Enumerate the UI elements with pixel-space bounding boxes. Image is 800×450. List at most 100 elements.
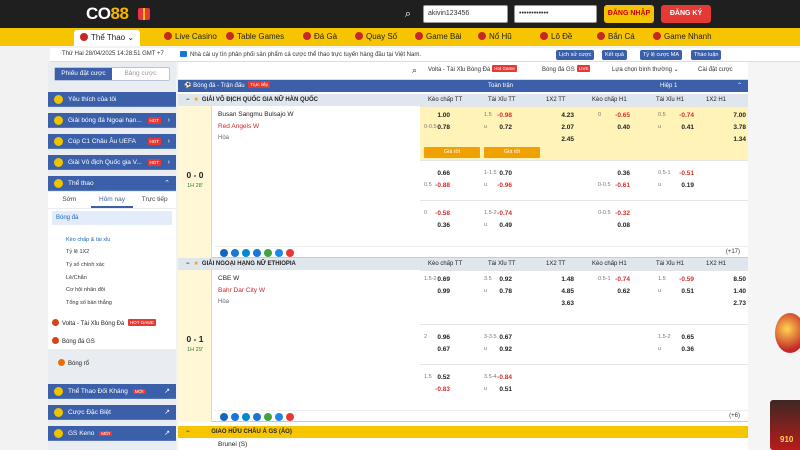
nav-item-4[interactable]: Quay Số [355, 28, 397, 46]
odds-value[interactable]: 0.51 [490, 386, 512, 393]
more-markets-button[interactable]: (+17) [726, 249, 740, 255]
results-button[interactable]: Kết quả [602, 50, 627, 60]
list-icon[interactable] [275, 413, 283, 421]
odds-value[interactable]: 0.78 [490, 288, 512, 295]
collapse-icon[interactable]: − [186, 97, 190, 103]
sport-basketball[interactable]: Bóng rổ [58, 359, 89, 367]
odds-value[interactable]: 0.65 [672, 334, 694, 341]
team-home[interactable]: CBE W [218, 275, 239, 282]
username-field[interactable]: akivin123456 [423, 5, 508, 23]
search-icon[interactable]: ⌕ [412, 65, 417, 76]
market-correct-score[interactable]: Tỷ số chính xác [66, 262, 105, 268]
chart-icon[interactable] [231, 249, 239, 257]
league-header[interactable]: − GIAO HỮU CHÂU Á GS (ẢO) [178, 426, 748, 438]
odds-value[interactable]: 2.45 [552, 136, 574, 143]
odds-value[interactable]: -0.51 [672, 170, 694, 177]
odds-value[interactable]: 0.92 [490, 346, 512, 353]
odds-value[interactable]: 0.78 [428, 124, 450, 131]
odds-value[interactable]: 3.63 [552, 300, 574, 307]
gs-filter[interactable]: Bóng đá GS LIVE [542, 65, 591, 76]
chart-icon[interactable] [231, 413, 239, 421]
odds-value[interactable]: -0.61 [608, 182, 630, 189]
bet-history-button[interactable]: Lịch sử cược [556, 50, 595, 60]
list-icon[interactable] [275, 249, 283, 257]
sidebar-item-keno[interactable]: GS Keno MỚI ↗ [48, 426, 176, 441]
collapse-icon[interactable]: ⌃ [737, 80, 742, 92]
odds-value[interactable]: 4.85 [552, 288, 574, 295]
odds-value[interactable]: 0.41 [672, 124, 694, 131]
odds-value[interactable]: 1.34 [724, 136, 746, 143]
odds-value[interactable]: 1.48 [552, 276, 574, 283]
odds-value[interactable]: 0.67 [490, 334, 512, 341]
sport-gs-football[interactable]: Bóng đá GS [52, 337, 95, 345]
odds-value[interactable]: 2.07 [552, 124, 574, 131]
odds-value[interactable]: 0.62 [608, 288, 630, 295]
odds-value[interactable]: 0.67 [428, 346, 450, 353]
odds-value[interactable]: 1.00 [428, 112, 450, 119]
odds-value[interactable]: -0.32 [608, 210, 630, 217]
odds-value[interactable]: 0.19 [672, 182, 694, 189]
sidebar-item-premier-league[interactable]: Giải bóng đá Ngoại hạn... HOT › [48, 113, 176, 128]
star-icon[interactable] [220, 413, 228, 421]
odds-value[interactable]: 0.66 [428, 170, 450, 177]
eye-icon[interactable] [242, 413, 250, 421]
odds-value[interactable]: 0.96 [428, 334, 450, 341]
nav-item-3[interactable]: Đá Gà [303, 28, 337, 46]
tab-bet-board[interactable]: Bảng cược [112, 68, 169, 80]
tab-bet-slip[interactable]: Phiếu đặt cược [55, 68, 112, 80]
star-icon[interactable]: ★ [194, 261, 199, 267]
league-header[interactable]: − ★ GIẢI NGOẠI HẠNG NỮ ETHIOPIA Kèo chấp TT… [178, 258, 748, 270]
odds-value[interactable]: 0.70 [490, 170, 512, 177]
star-icon[interactable] [220, 249, 228, 257]
tab-early[interactable]: Sớm [48, 192, 91, 208]
tab-live[interactable]: Trực tiếp [133, 192, 176, 208]
team-away[interactable]: Red Angels W [218, 123, 259, 130]
stats-icon[interactable] [264, 249, 272, 257]
nav-item-0[interactable]: Thể Thao ⌄ [74, 30, 141, 46]
odds-value[interactable]: -0.58 [428, 210, 450, 217]
password-field[interactable]: •••••••••••• [514, 5, 597, 23]
sidebar-item-uefa[interactable]: Cúp C1 Châu Âu UEFA HOT › [48, 134, 176, 149]
search-icon[interactable]: ⌕ [400, 6, 416, 22]
market-handicap[interactable]: Kèo chấp & tài xỉu [66, 237, 110, 243]
bet-settings-button[interactable]: Cài đặt cược [698, 65, 733, 76]
odds-value[interactable]: 0.49 [490, 222, 512, 229]
odds-value[interactable]: 0.99 [428, 288, 450, 295]
odds-value[interactable]: -0.98 [490, 112, 512, 119]
tv-icon[interactable] [253, 249, 261, 257]
odds-type-select[interactable]: Tỷ lệ cược MA [640, 50, 683, 60]
odds-value[interactable]: 0.69 [428, 276, 450, 283]
live-icon[interactable] [286, 413, 294, 421]
discussion-button[interactable]: Tháo luận [691, 50, 722, 60]
market-total-goals[interactable]: Tổng số bàn thắng [66, 300, 112, 306]
odds-value[interactable]: 0.36 [672, 346, 694, 353]
star-icon[interactable]: ★ [194, 97, 199, 103]
logo[interactable]: CO88 [86, 4, 129, 24]
odds-value[interactable]: 7.00 [724, 112, 746, 119]
sort-select[interactable]: Lựa chọn bình thường ⌄ [612, 65, 679, 76]
login-button[interactable]: ĐĂNG NHẬP [604, 5, 654, 23]
nav-item-1[interactable]: Live Casino [164, 28, 217, 46]
team-home[interactable]: Busan Sangmu Bulsajo W [218, 111, 294, 118]
good-price-badge[interactable]: Giá tốt [424, 147, 480, 158]
odds-value[interactable]: 1.40 [724, 288, 746, 295]
odds-value[interactable]: -0.74 [608, 276, 630, 283]
odds-value[interactable]: -0.88 [428, 182, 450, 189]
odds-value[interactable]: 4.23 [552, 112, 574, 119]
register-button[interactable]: ĐĂNG KÝ [661, 5, 711, 23]
odds-value[interactable]: -0.96 [490, 182, 512, 189]
nav-item-7[interactable]: Lô Đề [540, 28, 572, 46]
odds-value[interactable]: 0.40 [608, 124, 630, 131]
sidebar-item-vleague[interactable]: Giải Vô địch Quốc gia V... HOT › [48, 155, 176, 170]
nav-item-2[interactable]: Table Games [226, 28, 284, 46]
team-away[interactable]: Bahr Dar City W [218, 287, 265, 294]
odds-value[interactable]: -0.74 [490, 210, 512, 217]
nav-item-5[interactable]: Game Bài [415, 28, 462, 46]
odds-value[interactable]: 0.08 [608, 222, 630, 229]
odds-value[interactable]: 0.52 [428, 374, 450, 381]
sidebar-item-sports[interactable]: Thể thao ⌃ [48, 176, 176, 191]
eye-icon[interactable] [242, 249, 250, 257]
live-icon[interactable] [286, 249, 294, 257]
odds-value[interactable]: 0.72 [490, 124, 512, 131]
odds-value[interactable]: -0.74 [672, 112, 694, 119]
